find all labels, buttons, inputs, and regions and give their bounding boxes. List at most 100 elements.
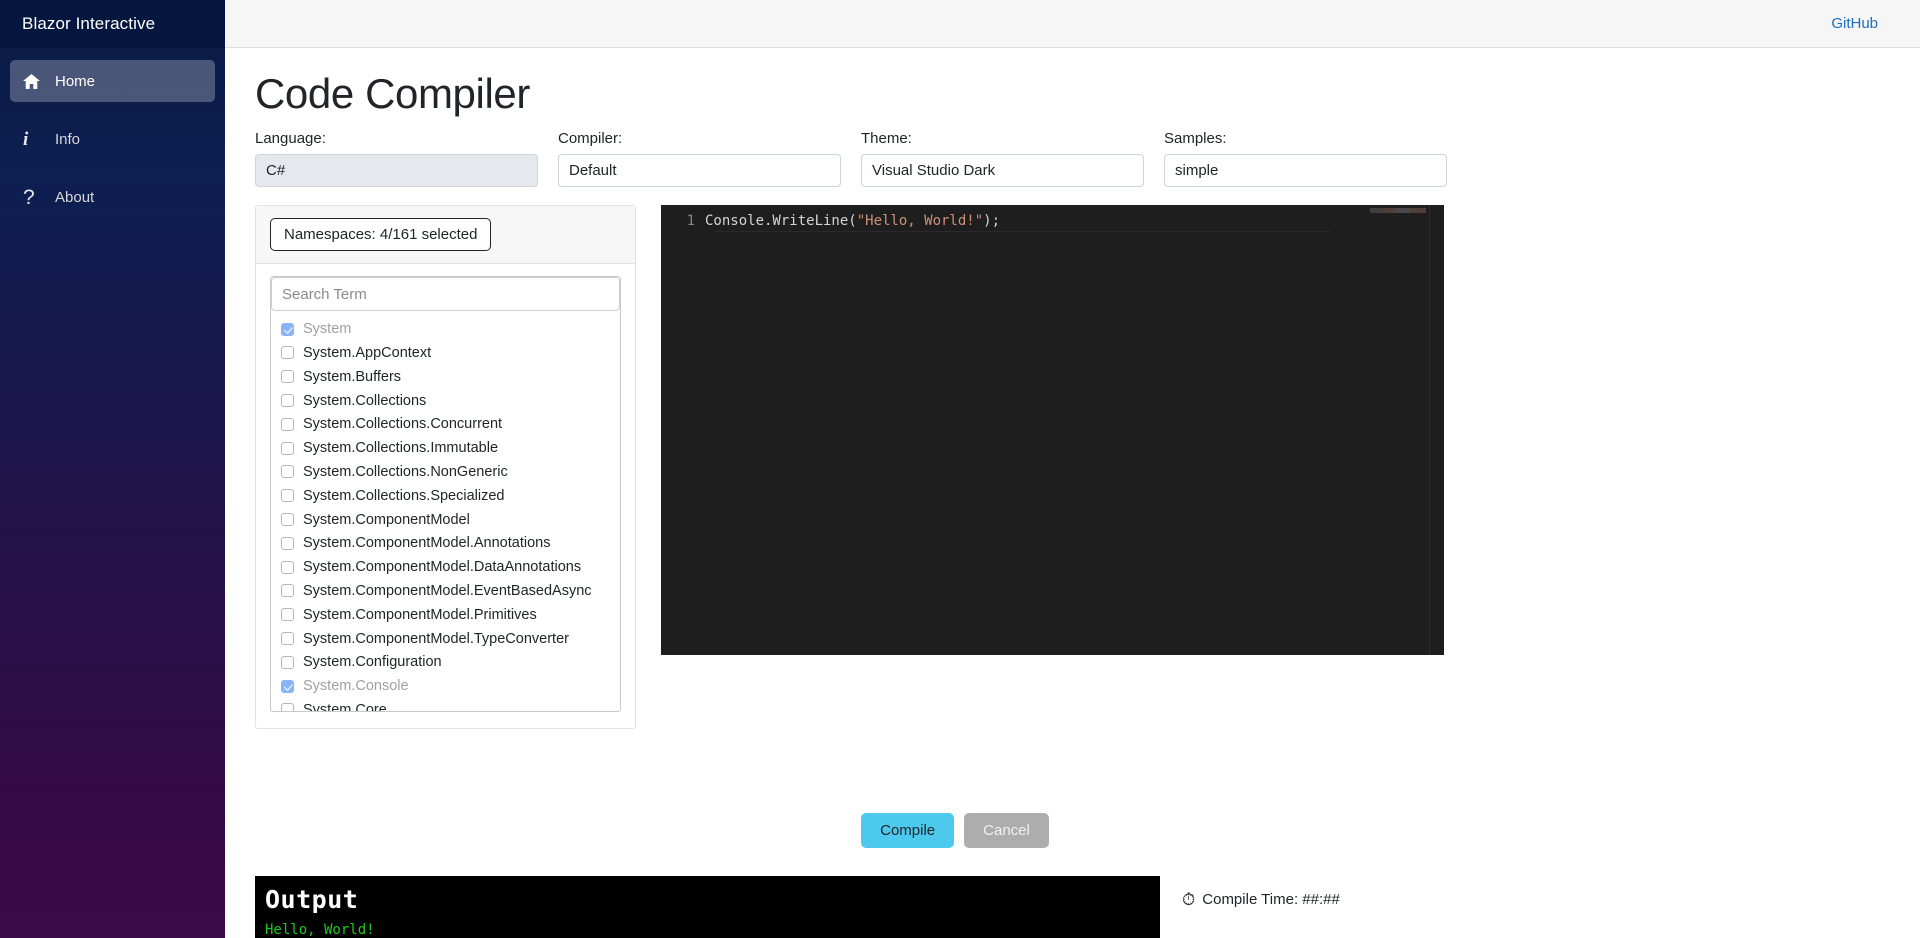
compile-button[interactable]: Compile (861, 813, 955, 849)
namespace-label: System.ComponentModel.DataAnnotations (303, 559, 582, 576)
namespace-item[interactable]: System.ComponentModel.EventBasedAsync (271, 579, 620, 603)
app-root: Blazor Interactive Home i Info ? About G… (0, 0, 1920, 938)
language-label: Language: (255, 130, 326, 148)
sidebar: Blazor Interactive Home i Info ? About (0, 0, 225, 938)
language-field-group: Language: C# (255, 130, 538, 188)
namespace-checkbox[interactable] (281, 513, 294, 527)
code-editor[interactable]: 1 Console.WriteLine("Hello, World!"); (661, 205, 1444, 656)
namespace-item[interactable]: System.Configuration (271, 650, 620, 674)
namespace-item: System.Console (271, 674, 620, 698)
namespace-item[interactable]: System.Collections.Specialized (271, 484, 620, 508)
top-bar: GitHub (225, 0, 1920, 48)
namespace-item[interactable]: System.Collections (271, 389, 620, 413)
namespaces-body: System System.AppContext System.Buffers Sys… (256, 264, 635, 728)
theme-label: Theme: (861, 130, 912, 148)
namespace-label: System (303, 321, 352, 338)
namespace-checkbox[interactable] (281, 346, 294, 360)
namespace-label: System.Collections.Immutable (303, 440, 499, 457)
action-buttons: Compile Cancel (255, 813, 1655, 849)
namespace-item[interactable]: System.Collections.NonGeneric (271, 460, 620, 484)
sidebar-item-home[interactable]: Home (10, 60, 215, 102)
brand-bar: Blazor Interactive (0, 0, 225, 48)
namespace-label: System.Configuration (303, 654, 442, 671)
namespace-item[interactable]: System.AppContext (271, 341, 620, 365)
namespace-checkbox[interactable] (281, 632, 294, 646)
sidebar-item-label-home: Home (55, 72, 96, 90)
output-panel: Output Hello, World! (255, 876, 1160, 938)
info-icon: i (23, 128, 29, 150)
namespace-item[interactable]: System.Collections.Concurrent (271, 412, 620, 436)
page-title: Code Compiler (255, 70, 530, 117)
code-token-tail: ); (983, 213, 1001, 230)
namespace-checkbox[interactable] (281, 417, 294, 431)
editor-code-text: Console.WriteLine("Hello, World!"); (705, 212, 1000, 231)
sidebar-item-about[interactable]: ? About (10, 176, 215, 218)
question-icon: ? (23, 185, 35, 209)
namespace-label: System.Console (303, 678, 409, 695)
namespaces-toggle-button[interactable]: Namespaces: 4/161 selected (270, 218, 492, 252)
output-text: Hello, World! (265, 921, 375, 938)
samples-select[interactable]: simple (1164, 154, 1447, 188)
brand-title: Blazor Interactive (22, 14, 156, 33)
namespace-label: System.ComponentModel.Annotations (303, 535, 551, 552)
sidebar-item-label-about: About (55, 188, 95, 206)
namespace-item[interactable]: System.ComponentModel.Primitives (271, 603, 620, 627)
namespaces-panel: Namespaces: 4/161 selected System System.… (255, 205, 636, 730)
code-token-string: "Hello, World!" (856, 213, 984, 230)
namespace-item[interactable]: System.ComponentModel.TypeConverter (271, 627, 620, 651)
compiler-field-group: Compiler: Default (558, 130, 841, 188)
page-content: Code Compiler Language: C# Compiler: Def… (225, 48, 1920, 938)
namespace-checkbox[interactable] (281, 441, 294, 455)
namespace-label: System.Core (303, 701, 387, 712)
samples-label: Samples: (1164, 130, 1227, 148)
namespace-label: System.Collections.NonGeneric (303, 463, 508, 480)
theme-field-group: Theme: Visual Studio Dark (861, 130, 1144, 188)
namespace-label: System.Collections.Specialized (303, 487, 505, 504)
namespace-checkbox[interactable] (281, 370, 294, 384)
namespace-checkbox[interactable] (281, 584, 294, 598)
namespace-checkbox (281, 679, 294, 693)
namespaces-box: System System.AppContext System.Buffers Sys… (270, 276, 621, 713)
sidebar-nav: Home i Info ? About (0, 48, 225, 234)
namespace-item[interactable]: System.ComponentModel.DataAnnotations (271, 555, 620, 579)
namespace-item[interactable]: System.Buffers (271, 365, 620, 389)
editor-active-line-indicator (715, 231, 1331, 233)
namespace-item[interactable]: System.ComponentModel (271, 508, 620, 532)
compiler-select[interactable]: Default (558, 154, 841, 188)
editor-row: Namespaces: 4/161 selected System System.… (255, 205, 1920, 730)
home-icon (23, 73, 49, 89)
compiler-label: Compiler: (558, 130, 623, 148)
namespace-checkbox[interactable] (281, 703, 294, 712)
sidebar-item-info[interactable]: i Info (10, 118, 215, 160)
namespace-checkbox[interactable] (281, 465, 294, 479)
compile-time: ⏱ Compile Time: ##:## (1182, 891, 1340, 908)
language-select[interactable]: C# (255, 154, 538, 188)
theme-select[interactable]: Visual Studio Dark (861, 154, 1144, 188)
namespace-checkbox[interactable] (281, 536, 294, 550)
code-token-call: Console.WriteLine( (705, 213, 857, 230)
compile-time-label: Compile Time: ##:## (1202, 891, 1340, 909)
namespace-item[interactable]: System.Collections.Immutable (271, 436, 620, 460)
namespaces-header: Namespaces: 4/161 selected (256, 206, 635, 265)
namespace-checkbox[interactable] (281, 655, 294, 669)
namespace-list[interactable]: System System.AppContext System.Buffers Sys… (271, 311, 620, 712)
namespace-item[interactable]: System.Core (271, 698, 620, 712)
namespace-label: System.AppContext (303, 344, 432, 361)
editor-minimap-separator (1429, 205, 1430, 656)
editor-line-number: 1 (686, 213, 695, 230)
cancel-button[interactable]: Cancel (964, 813, 1049, 849)
namespace-checkbox[interactable] (281, 560, 294, 574)
github-link[interactable]: GitHub (1831, 15, 1878, 32)
namespace-checkbox[interactable] (281, 394, 294, 408)
namespace-label: System.ComponentModel (303, 511, 470, 528)
output-title: Output (265, 885, 359, 915)
namespace-item[interactable]: System.ComponentModel.Annotations (271, 531, 620, 555)
namespace-checkbox[interactable] (281, 489, 294, 503)
namespace-label: System.ComponentModel.TypeConverter (303, 630, 569, 647)
stopwatch-icon: ⏱ (1182, 890, 1196, 910)
namespace-checkbox[interactable] (281, 608, 294, 622)
namespace-label: System.ComponentModel.Primitives (303, 606, 537, 623)
namespace-search-input[interactable] (271, 277, 620, 312)
editor-minimap-preview (1370, 208, 1426, 214)
namespace-label: System.ComponentModel.EventBasedAsync (303, 582, 592, 599)
